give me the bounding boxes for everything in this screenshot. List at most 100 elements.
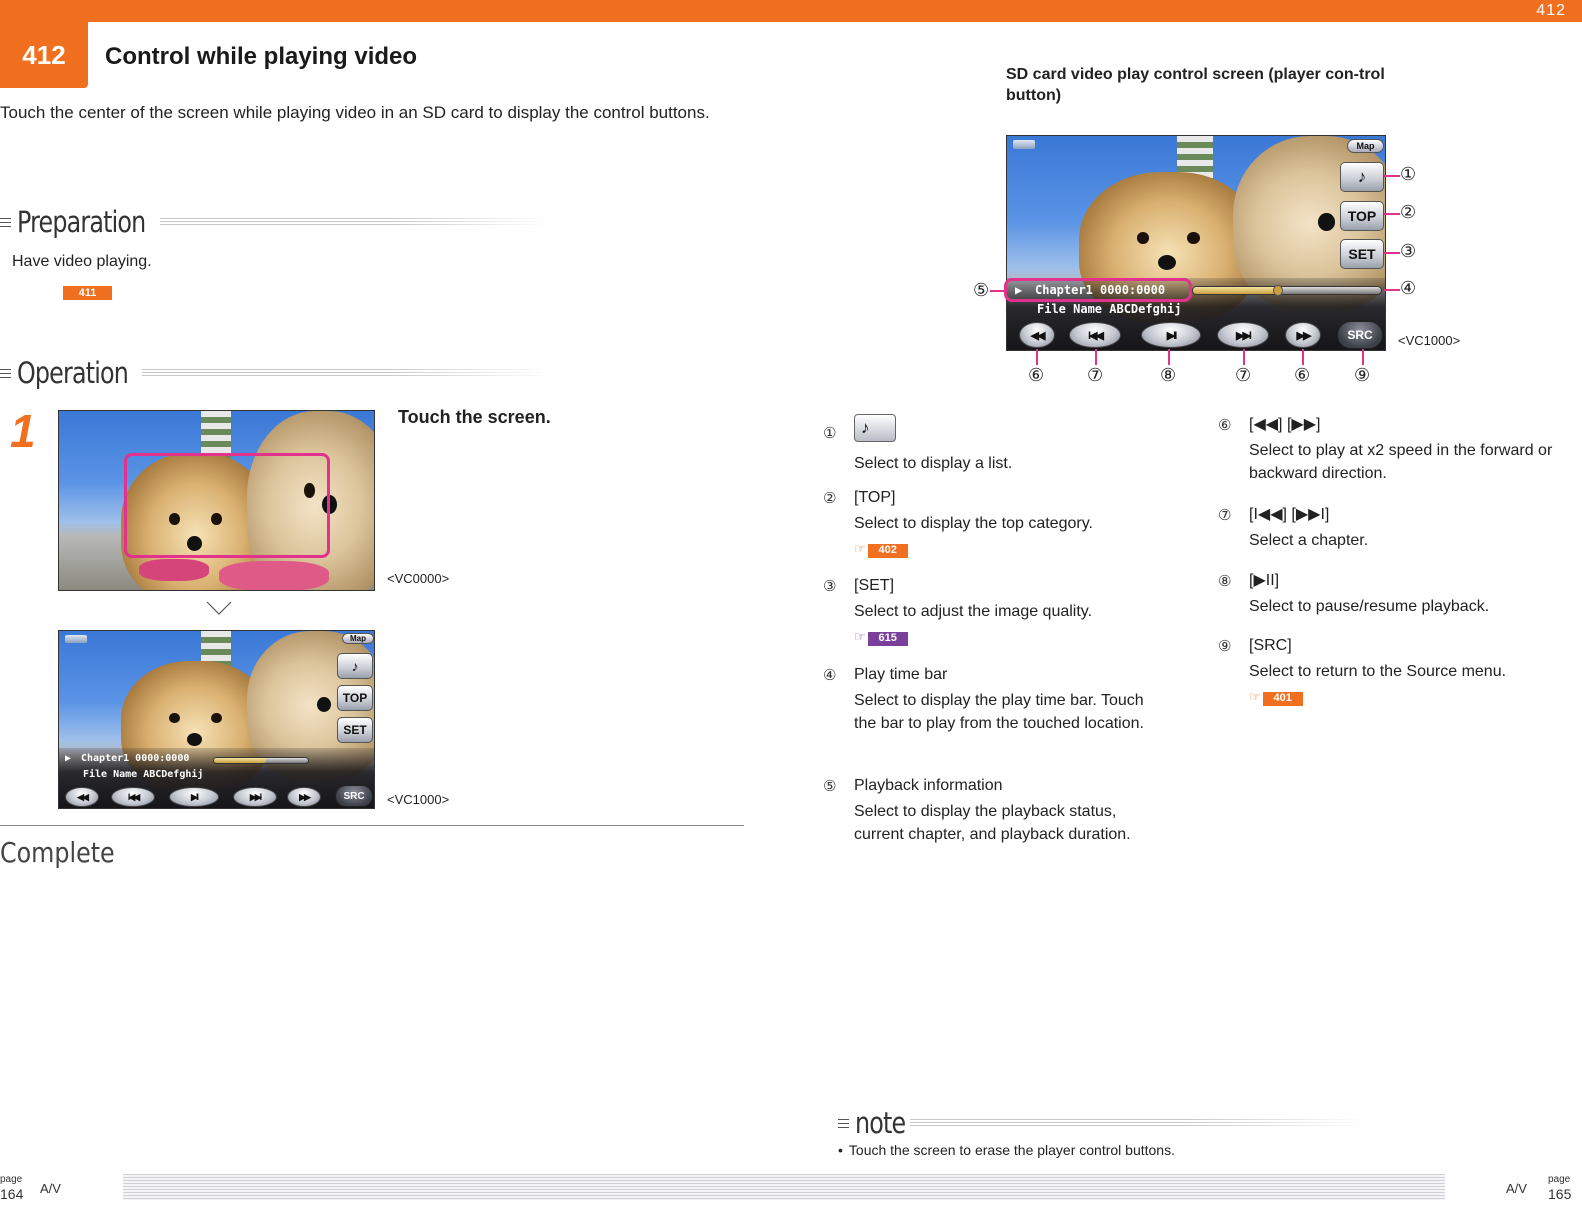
- heading-menu-icon: [0, 217, 11, 227]
- item-description: Select to display the play time bar. Tou…: [854, 692, 1144, 732]
- item-description: Select to play at x2 speed in the forwar…: [1249, 442, 1553, 482]
- map-button[interactable]: Map: [342, 633, 374, 644]
- section-number-tab: 412: [0, 22, 88, 88]
- item-number: ⑧: [1218, 572, 1232, 590]
- intro-text: Touch the center of the screen while pla…: [0, 103, 710, 122]
- set-button[interactable]: SET: [1340, 239, 1384, 269]
- play-time-bar[interactable]: [1192, 285, 1382, 296]
- forward-button[interactable]: ▶▶: [1285, 322, 1321, 348]
- dog-collar: [139, 559, 209, 581]
- callout-8: ⑧: [1160, 365, 1177, 386]
- topbar-page-number: 412: [1536, 2, 1566, 19]
- map-button[interactable]: Map: [1347, 139, 1384, 153]
- footer-page-number-left: 164: [0, 1186, 24, 1202]
- next-chapter-button[interactable]: ▶▶I: [233, 787, 277, 807]
- item-description: Select to adjust the image quality.: [854, 603, 1093, 620]
- play-pause-button[interactable]: ▶II: [1141, 322, 1201, 348]
- callout-line: [1362, 349, 1364, 365]
- callout-7b: ⑦: [1235, 365, 1252, 386]
- src-button[interactable]: SRC: [335, 785, 373, 807]
- chevron-down-icon: [206, 601, 232, 615]
- rewind-button[interactable]: ◀◀: [65, 787, 99, 807]
- item-description: Select to return to the Source menu.: [1249, 663, 1507, 680]
- prev-chapter-button[interactable]: I◀◀: [111, 787, 155, 807]
- step-instruction: Touch the screen.: [398, 407, 551, 427]
- section-title: Control while playing video: [105, 43, 418, 70]
- item-number: ②: [823, 489, 837, 507]
- operation-heading: Operation: [0, 356, 553, 390]
- footer-section-left: A/V: [40, 1181, 61, 1196]
- callout-line: [1302, 349, 1304, 365]
- item-heading: [▶II]: [1249, 572, 1280, 589]
- ref-badge-615[interactable]: 615: [867, 631, 908, 646]
- list-item-1: ♪ Select to display a list.: [854, 414, 1164, 475]
- ref-link[interactable]: ☞ 615: [854, 625, 1164, 648]
- preparation-heading-text: Preparation: [17, 205, 146, 239]
- list-item-6: [◀◀] [▶▶] Select to play at x2 speed in …: [1249, 413, 1574, 485]
- screen-vc0000[interactable]: [58, 410, 375, 591]
- top-button[interactable]: TOP: [1340, 201, 1384, 231]
- note-heading-text: note: [855, 1106, 906, 1140]
- caption-vc1000-large: <VC1000>: [1398, 333, 1461, 348]
- play-pause-button[interactable]: ▶II: [169, 787, 219, 807]
- file-name: File Name ABCDefghij: [1037, 302, 1182, 316]
- item-number: ④: [823, 666, 837, 684]
- item-number: ⑥: [1218, 416, 1232, 434]
- item-heading: Play time bar: [854, 666, 948, 683]
- list-item-3: [SET] Select to adjust the image quality…: [854, 574, 1164, 648]
- note-body: Touch the screen to erase the player con…: [848, 1142, 1175, 1158]
- play-indicator: ▶: [65, 753, 72, 764]
- callout-6a: ⑥: [1028, 365, 1045, 386]
- prev-chapter-button[interactable]: I◀◀: [1069, 322, 1121, 348]
- footer-page-number-right: 165: [1548, 1186, 1572, 1202]
- screen-vc1000-large[interactable]: Map ♪ TOP SET ▶ Chapter1 0000:0000 File …: [1006, 135, 1386, 351]
- ref-link[interactable]: ☞ 402: [854, 537, 1164, 560]
- note-heading: note: [838, 1106, 1371, 1140]
- item-description: Select to display a list.: [854, 455, 1013, 472]
- list-button[interactable]: ♪: [1340, 162, 1384, 192]
- status-icon: [65, 635, 87, 643]
- pointing-hand-icon: ☞: [854, 541, 866, 556]
- screen-vc1000-small[interactable]: Map ♪ TOP SET ▶ Chapter1 0000:0000 File …: [58, 630, 375, 809]
- list-item-9: [SRC] Select to return to the Source men…: [1249, 634, 1574, 708]
- touch-area-highlight: [124, 453, 330, 558]
- callout-line: [990, 290, 1006, 292]
- status-icon: [1013, 140, 1035, 149]
- list-button[interactable]: ♪: [337, 653, 373, 679]
- list-item-4: Play time bar Select to display the play…: [854, 663, 1164, 735]
- play-time-bar[interactable]: [213, 757, 309, 764]
- callout-line: [1384, 213, 1400, 215]
- heading-menu-icon: [838, 1118, 849, 1128]
- callout-5: ⑤: [973, 280, 990, 301]
- heading-rule: [910, 1119, 1371, 1127]
- ref-badge-402[interactable]: 402: [867, 543, 908, 558]
- rewind-button[interactable]: ◀◀: [1019, 322, 1055, 348]
- src-button[interactable]: SRC: [1337, 321, 1383, 349]
- ref-link[interactable]: ☞ 401: [1249, 685, 1574, 708]
- list-icon: ♪: [854, 414, 896, 442]
- list-item-8: [▶II] Select to pause/resume playback.: [1249, 569, 1574, 618]
- callout-line: [1384, 175, 1400, 177]
- callout-1: ①: [1400, 164, 1417, 185]
- item-heading: Playback information: [854, 777, 1003, 794]
- dog-collar: [219, 561, 329, 590]
- callout-line: [1384, 289, 1400, 291]
- caption-vc1000: <VC1000>: [387, 792, 450, 807]
- bullet: •: [838, 1142, 843, 1158]
- next-chapter-button[interactable]: ▶▶I: [1217, 322, 1269, 348]
- item-description: Select to pause/resume playback.: [1249, 598, 1490, 615]
- footer-page-label-left: page: [0, 1174, 23, 1185]
- chapter-info[interactable]: Chapter1 0000:0000: [81, 753, 189, 764]
- item-heading: [TOP]: [854, 489, 896, 506]
- caption-vc0000: <VC0000>: [387, 571, 450, 586]
- operation-heading-text: Operation: [17, 356, 129, 390]
- top-button[interactable]: TOP: [337, 685, 373, 711]
- callout-line: [1243, 349, 1245, 365]
- set-button[interactable]: SET: [337, 717, 373, 743]
- item-number: ⑤: [823, 777, 837, 795]
- ref-link-411[interactable]: 411: [63, 286, 112, 300]
- ref-badge-401[interactable]: 401: [1262, 691, 1303, 706]
- forward-button[interactable]: ▶▶: [287, 787, 321, 807]
- callout-3: ③: [1400, 241, 1417, 262]
- item-heading: [I◀◀] [▶▶I]: [1249, 506, 1330, 523]
